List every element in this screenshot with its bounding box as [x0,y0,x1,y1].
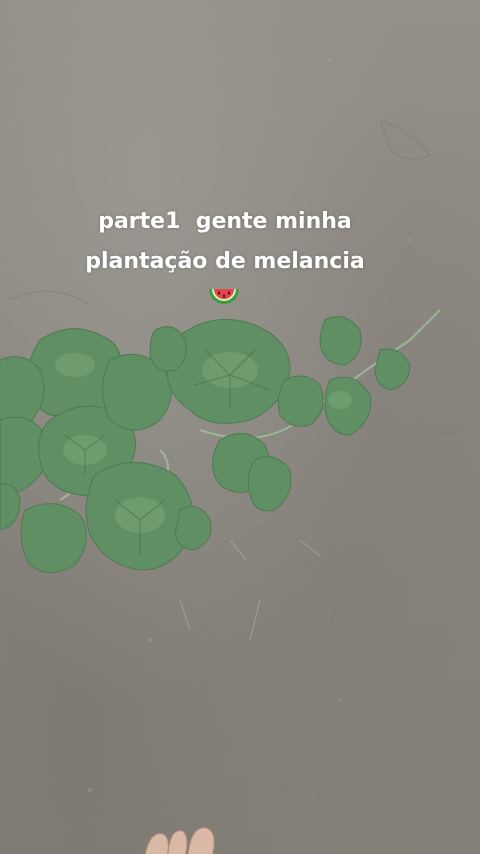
photo-scene: parte1 gente minha plantação de melancia [0,0,480,854]
foot-toes [144,827,215,854]
caption-line-1: parte1 gente minha [98,209,352,234]
caption-text: parte1 gente minha plantação de melancia [0,202,450,282]
watermelon-emoji [209,289,239,304]
watermelon-plant [0,309,441,573]
caption-line-2: plantação de melancia [85,249,365,274]
